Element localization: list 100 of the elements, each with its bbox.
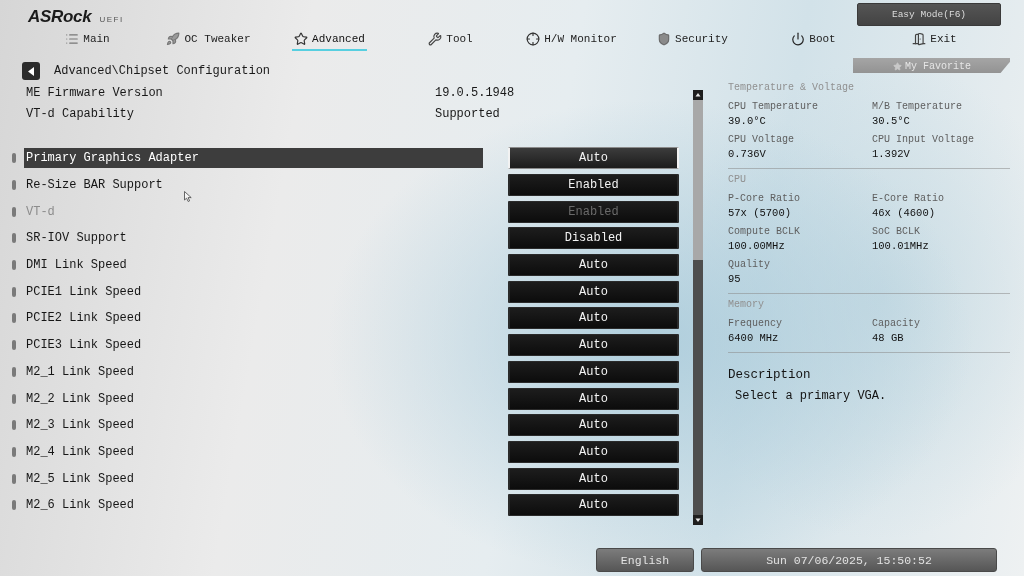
setting-value-button[interactable]: Auto [508, 307, 679, 330]
monitor-label: Compute BCLK [728, 225, 800, 239]
list-icon [65, 32, 80, 46]
row-marker-icon [12, 260, 16, 271]
monitor-label: CPU Voltage [728, 133, 794, 147]
row-marker-icon [12, 340, 16, 351]
monitor-value: 100.01MHz [872, 239, 929, 254]
description-heading: Description [728, 367, 811, 383]
door-icon [912, 32, 927, 46]
setting-value-button[interactable]: Auto [508, 254, 679, 277]
setting-label[interactable]: Re-Size BAR Support [24, 175, 483, 196]
datetime-display: Sun 07/06/2025, 15:50:52 [701, 548, 997, 572]
monitor-label: E-Core Ratio [872, 192, 944, 206]
scroll-down-icon[interactable] [693, 515, 703, 525]
row-marker-icon [12, 313, 16, 324]
crosshair-icon [526, 32, 541, 46]
scroll-up-icon[interactable] [693, 90, 703, 100]
row-marker-icon [12, 473, 16, 484]
section-heading: Memory [728, 298, 764, 312]
nav-tab[interactable]: Main [63, 29, 112, 51]
setting-label[interactable]: Primary Graphics Adapter [24, 148, 483, 169]
back-button[interactable] [22, 62, 40, 80]
setting-label[interactable]: M2_4 Link Speed [24, 441, 483, 462]
section-heading: Temperature & Voltage [728, 81, 855, 95]
nav-tab[interactable]: Tool [426, 29, 475, 51]
monitor-value: 48 GB [872, 331, 904, 346]
monitor-label: Quality [728, 258, 770, 272]
setting-value-button[interactable]: Auto [508, 467, 679, 490]
wrench-icon [428, 32, 443, 46]
setting-value-button[interactable]: Auto [508, 440, 679, 463]
monitor-value: 57x (5700) [728, 206, 791, 221]
monitor-value: 100.00MHz [728, 239, 785, 254]
monitor-value: 1.392V [872, 147, 910, 162]
nav-tab[interactable]: Security [655, 29, 730, 51]
setting-label[interactable]: M2_1 Link Speed [24, 361, 483, 382]
monitor-value: 39.0°C [728, 114, 766, 129]
monitor-label: Frequency [728, 317, 782, 331]
setting-label[interactable]: DMI Link Speed [24, 255, 483, 276]
monitor-label: SoC BCLK [872, 225, 920, 239]
easy-mode-button[interactable]: Easy Mode(F6) [857, 3, 1001, 26]
row-marker-icon [12, 393, 16, 404]
row-marker-icon [12, 153, 16, 164]
monitor-value: 95 [728, 272, 741, 287]
monitor-label: CPU Input Voltage [872, 133, 975, 147]
setting-label[interactable]: PCIE3 Link Speed [24, 335, 483, 356]
setting-label[interactable]: PCIE1 Link Speed [24, 281, 483, 302]
power-icon [791, 32, 806, 46]
breadcrumb-text: Advanced\Chipset Configuration [54, 64, 271, 78]
star-icon [893, 62, 902, 71]
info-value: Supported [435, 106, 500, 121]
setting-label[interactable]: M2_2 Link Speed [24, 388, 483, 409]
setting-label[interactable]: M2_5 Link Speed [24, 468, 483, 489]
row-marker-icon [12, 500, 16, 511]
setting-value-button[interactable]: Auto [508, 387, 679, 410]
row-marker-icon [12, 233, 16, 244]
setting-value-button[interactable]: Auto [508, 494, 679, 517]
monitor-label: Capacity [872, 317, 920, 331]
nav-tab[interactable]: Advanced [292, 29, 367, 51]
setting-value-button[interactable]: Auto [508, 280, 679, 303]
setting-value-button[interactable]: Auto [508, 147, 679, 170]
logo-suffix: UEFI [99, 15, 124, 24]
row-marker-icon [12, 420, 16, 431]
scrollbar-track[interactable] [693, 90, 703, 525]
monitor-value: 6400 MHz [728, 331, 779, 346]
rocket-icon [166, 32, 181, 46]
row-marker-icon [12, 180, 16, 191]
description-text: Select a primary VGA. [734, 388, 887, 404]
shield-icon [657, 32, 672, 46]
setting-value-button[interactable]: Auto [508, 334, 679, 357]
mouse-pointer-icon [184, 191, 192, 202]
monitor-value: 30.5°C [872, 114, 910, 129]
nav-tab[interactable]: OC Tweaker [164, 29, 253, 51]
row-marker-icon [12, 366, 16, 377]
setting-label[interactable]: SR-IOV Support [24, 228, 483, 249]
language-button[interactable]: English [596, 548, 694, 572]
setting-value-button[interactable]: Auto [508, 414, 679, 437]
star-icon [294, 32, 309, 46]
row-marker-icon [12, 286, 16, 297]
monitor-label: P-Core Ratio [728, 192, 800, 206]
nav-tab[interactable]: H/W Monitor [524, 29, 619, 51]
row-marker-icon [12, 446, 16, 457]
monitor-value: 0.736V [728, 147, 766, 162]
brand-logo: ASRock [28, 7, 92, 27]
nav-tab[interactable]: Exit [910, 29, 959, 51]
setting-label[interactable]: M2_6 Link Speed [24, 495, 483, 516]
setting-value-button[interactable]: Disabled [508, 227, 679, 250]
setting-value-button[interactable]: Enabled [508, 174, 679, 197]
setting-label[interactable]: PCIE2 Link Speed [24, 308, 483, 329]
section-heading: CPU [728, 173, 746, 187]
setting-label[interactable]: M2_3 Link Speed [24, 415, 483, 436]
info-value: 19.0.5.1948 [435, 85, 515, 100]
setting-value-button[interactable]: Auto [508, 360, 679, 383]
info-label: VT-d Capability [26, 106, 135, 121]
caret-left-icon [28, 66, 34, 76]
monitor-value: 46x (4600) [872, 206, 935, 221]
info-label: ME Firmware Version [26, 85, 163, 100]
scrollbar-thumb[interactable] [693, 100, 703, 260]
nav-tab[interactable]: Boot [789, 29, 838, 51]
row-marker-icon [12, 206, 16, 217]
monitor-label: CPU Temperature [728, 100, 818, 114]
